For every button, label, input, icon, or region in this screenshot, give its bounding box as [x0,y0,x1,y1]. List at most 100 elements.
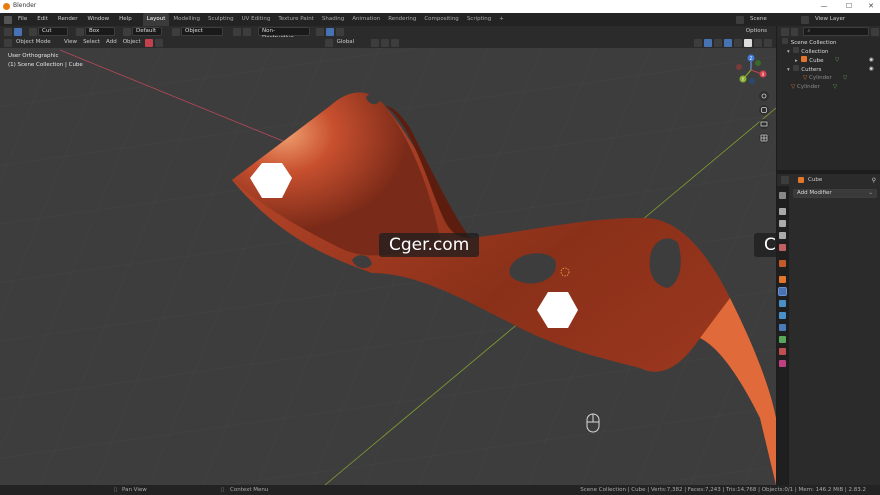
record-icon[interactable] [144,38,153,47]
view-layer-tab-icon[interactable] [779,232,786,239]
expand-icon[interactable]: ▾ [787,49,790,55]
world-tab-icon[interactable] [779,260,786,267]
editor-type-icon[interactable] [4,38,12,47]
close-button[interactable]: ✕ [860,1,880,12]
tab-layout[interactable]: Layout [142,13,170,26]
tab-scripting[interactable]: Scripting [463,13,495,26]
snap-icon[interactable] [380,38,389,47]
tab-sculpting[interactable]: Sculpting [204,13,238,26]
3d-viewport[interactable]: Z X Y User Orthographic (1) Scene Collec… [0,48,776,485]
blender-logo-icon [3,3,10,10]
properties-header: Cube ⚲ [777,174,880,186]
overlay-toggle-icon[interactable] [154,38,163,47]
camera-view-icon[interactable] [759,119,769,129]
menu-file[interactable]: File [13,13,32,26]
maximize-button[interactable]: ☐ [838,1,860,12]
tab-uv-editing[interactable]: UV Editing [238,13,275,26]
solver-dropdown[interactable]: Non-Destructive [258,27,310,41]
mode-dropdown[interactable]: Object Mode [13,37,61,48]
outliner-row-scene-collection[interactable]: Scene Collection [777,38,880,47]
menu-help[interactable]: Help [114,13,137,26]
material-shading-icon[interactable] [754,38,762,47]
visibility-icon[interactable] [694,38,702,47]
object-icon [798,177,804,183]
output-tab-icon[interactable] [779,220,786,227]
xray-icon[interactable] [724,38,732,47]
outliner-search-input[interactable]: ⌕ [803,27,870,36]
expand-icon[interactable]: ▸ [795,58,798,64]
minimize-button[interactable]: — [813,1,835,12]
menu-render[interactable]: Render [53,13,83,26]
orientation-dropdown[interactable]: Global [334,37,370,48]
outliner-row-collection[interactable]: ▾ Collection [777,47,880,56]
physics-tab-icon[interactable] [779,312,786,319]
view-layer-selector[interactable]: View Layer [810,13,880,26]
options-dropdown[interactable]: Options [743,26,770,37]
tab-rendering[interactable]: Rendering [384,13,420,26]
tool-tab-icon[interactable] [779,192,786,199]
add-modifier-dropdown[interactable]: Add Modifier ⌄ [793,189,877,198]
orientation-icon [324,38,333,47]
gear-icon[interactable] [316,27,324,36]
eye-icon[interactable]: ◉ [869,56,874,65]
blender-menu-icon[interactable] [4,15,12,24]
scene-selector[interactable]: Scene [745,13,800,26]
pin-icon[interactable]: ⚲ [872,177,876,184]
tab-texture-paint[interactable]: Texture Paint [274,13,318,26]
constraints-tab-icon[interactable] [779,324,786,331]
tool-header: Cut Box Default Object Non-Destructive O… [0,26,776,41]
particles-tab-icon[interactable] [779,300,786,307]
viewport-canvas[interactable]: Z X Y [0,48,776,485]
menu-object[interactable]: Object [120,37,144,48]
wireframe-shading-icon[interactable] [734,38,742,47]
menu-view[interactable]: View [61,37,80,48]
outliner-row-cylinder-1[interactable]: ▽ Cylinder ▽ [777,74,880,83]
solid-shading-icon[interactable] [744,38,752,47]
brush-mode-icon[interactable] [336,27,344,36]
menu-add[interactable]: Add [103,37,120,48]
target-dropdown[interactable]: Object [181,27,223,36]
material-tab-icon[interactable] [779,348,786,355]
filter-display-icon[interactable] [790,27,799,36]
select-mode-dropdown[interactable]: Box [85,27,115,36]
tab-shading[interactable]: Shading [318,13,348,26]
operation-dropdown[interactable]: Cut [38,27,68,36]
outliner-row-cutters[interactable]: ▾ Cutters ◉ [777,65,880,74]
target-icon [172,27,180,36]
boolean-icon[interactable] [233,27,241,36]
outliner-editor-icon[interactable] [781,27,789,36]
filter-icon[interactable] [871,27,880,36]
texture-tab-icon[interactable] [779,360,786,367]
outliner-row-cube[interactable]: ▸ Cube ▽ ◉ [777,56,880,65]
pause-icon[interactable] [326,27,334,36]
tool-settings-icon[interactable] [4,27,12,36]
object-tab-icon[interactable] [779,276,786,283]
zoom-icon[interactable] [759,91,769,101]
title-bar: Blender — ☐ ✕ [0,0,880,13]
tab-compositing[interactable]: Compositing [420,13,462,26]
overlays-icon[interactable] [714,38,722,47]
properties-editor-icon[interactable] [781,176,789,184]
active-tool-icon[interactable] [14,27,22,36]
tab-modelling[interactable]: Modelling [169,13,204,26]
rendered-shading-icon[interactable] [764,38,772,47]
render-tab-icon[interactable] [779,208,786,215]
menu-edit[interactable]: Edit [32,13,53,26]
scene-tab-icon[interactable] [779,244,786,251]
eye-icon[interactable]: ◉ [869,65,874,74]
pivot-icon[interactable] [370,38,379,47]
menu-select[interactable]: Select [80,37,103,48]
data-tab-icon[interactable] [779,336,786,343]
outliner-row-cylinder-2[interactable]: ▽ Cylinder ▽ [777,83,880,92]
brush-dropdown[interactable]: Default [132,27,162,36]
gizmo-toggle-icon[interactable] [704,38,712,47]
proportional-edit-icon[interactable] [390,38,399,47]
tab-animation[interactable]: Animation [348,13,384,26]
expand-icon[interactable]: ▾ [787,67,790,73]
menu-window[interactable]: Window [82,13,114,26]
add-workspace-button[interactable]: + [495,13,508,26]
boolean-mode-icon[interactable] [243,27,251,36]
modifier-tab-icon[interactable] [778,287,787,296]
properties-panel: Add Modifier ⌄ [789,186,880,485]
pan-hand-icon[interactable] [759,105,769,115]
